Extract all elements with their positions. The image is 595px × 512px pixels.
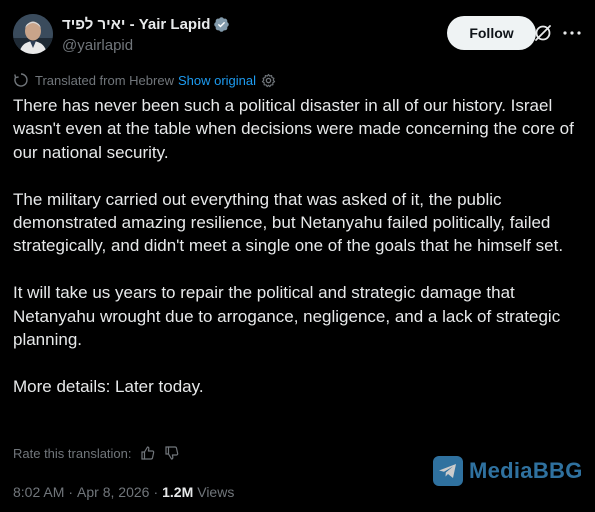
follow-button[interactable]: Follow <box>447 16 536 50</box>
thumbs-down-icon[interactable] <box>164 445 180 461</box>
tweet-paragraph: There has never been such a political di… <box>13 96 574 162</box>
tweet-time[interactable]: 8:02 AM <box>13 484 64 500</box>
tweet-paragraph: It will take us years to repair the poli… <box>13 283 561 350</box>
show-original-link[interactable]: Show original <box>178 73 256 88</box>
rate-translation-label: Rate this translation: <box>13 445 132 461</box>
thumbs-up-icon[interactable] <box>140 445 156 461</box>
author-display-name[interactable]: יאיר לפיד - Yair Lapid <box>62 16 210 33</box>
views-count: 1.2M <box>162 484 194 500</box>
views-label: Views <box>197 484 235 500</box>
meta-separator: · <box>153 484 159 500</box>
author-handle[interactable]: @yairlapid <box>62 37 133 54</box>
grok-icon[interactable] <box>531 21 555 45</box>
translate-icon <box>14 73 28 87</box>
gear-icon[interactable] <box>261 73 276 88</box>
translation-notice: Translated from Hebrew Show original <box>13 72 276 88</box>
tweet-header: יאיר לפיד - Yair Lapid @yairlapid Follow <box>13 14 582 58</box>
author-name-row[interactable]: יאיר לפיד - Yair Lapid <box>62 16 230 33</box>
tweet-meta: 8:02 AM · Apr 8, 2026 · 1.2M Views <box>13 484 234 500</box>
tweet-date[interactable]: Apr 8, 2026 <box>77 484 149 500</box>
meta-separator: · <box>68 484 74 500</box>
watermark-text: MediaBBG <box>469 458 583 483</box>
translation-label: Translated from Hebrew <box>35 72 174 88</box>
rate-translation: Rate this translation: <box>13 445 180 461</box>
tweet-paragraph: The military carried out everything that… <box>13 189 564 256</box>
avatar-image <box>13 14 53 54</box>
tweet-text: There has never been such a political di… <box>13 94 585 422</box>
telegram-icon <box>433 456 463 486</box>
tweet-paragraph: More details: Later today. <box>13 376 204 396</box>
more-icon[interactable] <box>560 21 584 45</box>
avatar[interactable] <box>13 14 53 54</box>
verified-badge-icon[interactable] <box>213 16 230 33</box>
watermark: MediaBBG <box>433 456 583 486</box>
